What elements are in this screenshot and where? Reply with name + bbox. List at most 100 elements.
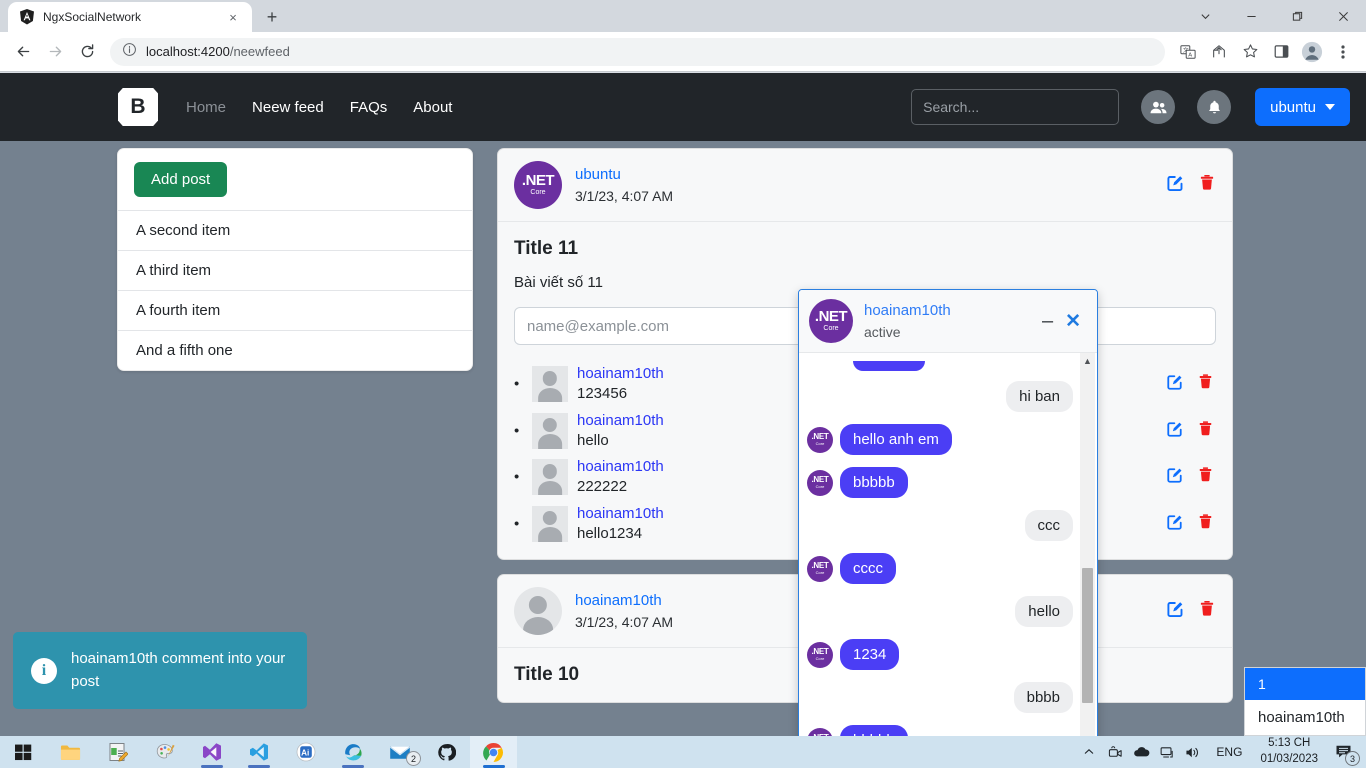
browser-tab[interactable]: NgxSocialNetwork ×: [8, 2, 252, 32]
network-icon[interactable]: [1154, 736, 1180, 768]
chrome-icon[interactable]: [470, 736, 517, 768]
trash-icon[interactable]: [1197, 420, 1214, 442]
avatar-bottom-text: Core: [530, 188, 546, 196]
close-icon[interactable]: ×: [224, 8, 242, 26]
add-post-button[interactable]: Add post: [134, 162, 228, 197]
nav-link-faqs[interactable]: FAQs: [350, 99, 388, 116]
side-panel-icon[interactable]: [1266, 37, 1296, 67]
user-menu-label: ubuntu: [1270, 98, 1316, 116]
forward-arrow-icon[interactable]: [40, 37, 70, 67]
dotnet-core-avatar: .NET Core: [809, 299, 853, 343]
scroll-up-arrow-icon[interactable]: ▲: [1080, 353, 1095, 369]
post-author[interactable]: ubuntu: [575, 164, 673, 186]
new-tab-button[interactable]: +: [258, 3, 286, 31]
browser-toolbar: localhost:4200/neewfeed 文A: [0, 32, 1366, 72]
edit-pencil-icon[interactable]: [1166, 599, 1186, 624]
translate-icon[interactable]: 文A: [1173, 37, 1203, 67]
chat-message-row: hello: [807, 596, 1087, 627]
chat-message-row: hi ban: [807, 381, 1087, 412]
chat-message-list[interactable]: hi ban .NET Core hello anh em .NET Core bb…: [799, 353, 1097, 736]
chat-bubble-outgoing: ccc: [1024, 510, 1073, 541]
bell-icon[interactable]: [1197, 90, 1232, 124]
chevron-up-icon[interactable]: [1076, 736, 1102, 768]
sidebar-item-fourth[interactable]: A fourth item: [118, 291, 472, 331]
sidebar-item-third[interactable]: A third item: [118, 251, 472, 291]
post-meta: ubuntu 3/1/23, 4:07 AM: [575, 164, 673, 206]
notification-toast[interactable]: i hoainam10th comment into your post: [13, 632, 307, 709]
reload-icon[interactable]: [72, 37, 102, 67]
search-input[interactable]: [911, 89, 1120, 125]
comment-actions: [1166, 512, 1214, 536]
nav-link-home[interactable]: Home: [186, 99, 226, 116]
github-icon[interactable]: [423, 736, 470, 768]
input-language[interactable]: ENG: [1206, 745, 1252, 759]
comment-author[interactable]: hoainam10th: [577, 458, 664, 475]
notepad-icon[interactable]: [94, 736, 141, 768]
close-icon[interactable]: [1320, 0, 1366, 32]
edit-pencil-icon[interactable]: [1166, 512, 1185, 536]
share-icon[interactable]: [1204, 37, 1234, 67]
online-friend-item[interactable]: hoainam10th: [1245, 700, 1365, 735]
user-avatar-placeholder-icon: [532, 412, 568, 449]
edit-pencil-icon[interactable]: [1166, 419, 1185, 443]
avatar-top-text: .NET: [814, 307, 848, 325]
trash-icon[interactable]: [1197, 466, 1214, 488]
action-center-icon[interactable]: 3: [1326, 736, 1362, 768]
online-count-badge[interactable]: 1: [1245, 668, 1365, 700]
post-actions: [1166, 599, 1216, 624]
post-author[interactable]: hoainam10th: [575, 590, 673, 612]
onedrive-cloud-icon[interactable]: [1128, 736, 1154, 768]
edit-pencil-icon[interactable]: [1166, 465, 1185, 489]
user-menu-button[interactable]: ubuntu: [1255, 88, 1350, 126]
chat-scrollbar[interactable]: ▲ ▼: [1080, 353, 1095, 736]
chat-message-row: .NETCore bbbbb: [807, 725, 1087, 736]
chat-message-row: .NET Core 1234: [807, 639, 1087, 670]
sidebar-item-second[interactable]: A second item: [118, 211, 472, 251]
vscode-icon[interactable]: [235, 736, 282, 768]
trash-icon[interactable]: [1197, 513, 1214, 535]
chat-message-row: .NET Core cccc: [807, 553, 1087, 584]
chat-contact-name[interactable]: hoainam10th: [864, 300, 1036, 322]
angular-icon: [18, 9, 35, 26]
edit-pencil-icon[interactable]: [1166, 372, 1185, 396]
comment-author[interactable]: hoainam10th: [577, 505, 664, 522]
trash-icon[interactable]: [1198, 174, 1216, 197]
close-icon[interactable]: ✕: [1059, 310, 1087, 333]
file-explorer-icon[interactable]: [47, 736, 94, 768]
clock[interactable]: 5:13 CH 01/03/2023: [1252, 736, 1326, 767]
post-date: 3/1/23, 4:07 AM: [575, 187, 674, 204]
bookmark-star-icon[interactable]: [1235, 37, 1265, 67]
profile-avatar-icon[interactable]: [1297, 37, 1327, 67]
start-button[interactable]: [0, 736, 47, 768]
visual-studio-icon[interactable]: [188, 736, 235, 768]
nav-link-about[interactable]: About: [413, 99, 452, 116]
camera-icon[interactable]: [1102, 736, 1128, 768]
comment-actions: [1166, 465, 1214, 489]
comment-author[interactable]: hoainam10th: [577, 412, 664, 429]
sidebar-item-fifth[interactable]: And a fifth one: [118, 331, 472, 370]
illustrator-icon[interactable]: Ai: [282, 736, 329, 768]
scrollbar-thumb[interactable]: [1082, 568, 1093, 703]
sidebar-header: Add post: [118, 149, 472, 211]
back-arrow-icon[interactable]: [8, 37, 38, 67]
address-bar[interactable]: localhost:4200/neewfeed: [110, 37, 1165, 66]
trash-icon[interactable]: [1197, 373, 1214, 395]
site-info-icon[interactable]: [122, 42, 137, 62]
edge-icon[interactable]: [329, 736, 376, 768]
tab-search-chevron-down-icon[interactable]: [1182, 0, 1228, 32]
minimize-icon[interactable]: [1228, 0, 1274, 32]
volume-icon[interactable]: [1180, 736, 1206, 768]
bootstrap-brand-logo[interactable]: B: [118, 88, 158, 126]
user-avatar-placeholder-icon: [532, 505, 568, 542]
minimize-icon[interactable]: –: [1036, 310, 1059, 333]
people-icon[interactable]: [1141, 90, 1176, 124]
comment-author[interactable]: hoainam10th: [577, 365, 664, 382]
trash-icon[interactable]: [1198, 600, 1216, 623]
mail-icon[interactable]: 2: [376, 736, 423, 768]
more-menu-icon[interactable]: [1328, 37, 1358, 67]
url-host: localhost:4200: [146, 44, 230, 59]
maximize-icon[interactable]: [1274, 0, 1320, 32]
nav-link-neew-feed[interactable]: Neew feed: [252, 99, 324, 116]
edit-pencil-icon[interactable]: [1166, 173, 1186, 198]
paint-palette-icon[interactable]: [141, 736, 188, 768]
